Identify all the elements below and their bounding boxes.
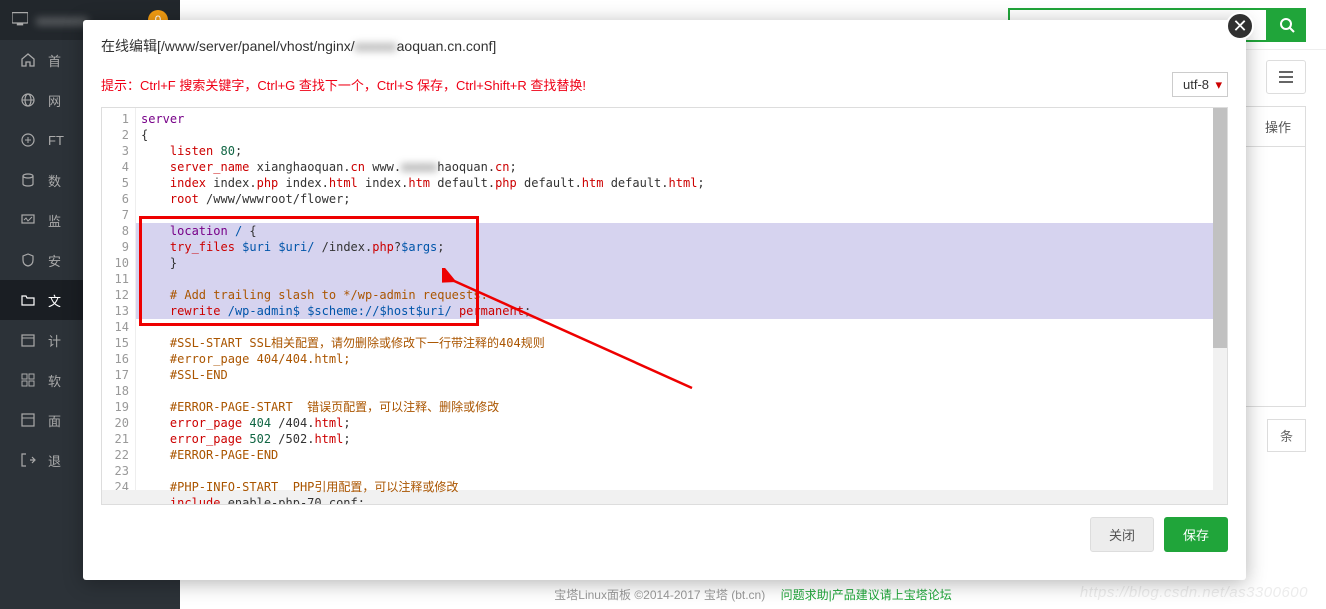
editor-wrapper: 1234567891011121314151617181920212223242… bbox=[101, 107, 1228, 505]
code-line[interactable]: listen 80; bbox=[139, 143, 1227, 159]
sidebar-label: 监 bbox=[48, 211, 61, 230]
close-button[interactable]: 关闭 bbox=[1090, 517, 1154, 552]
home-icon bbox=[20, 52, 38, 68]
copyright-text: 宝塔Linux面板 ©2014-2017 宝塔 (bt.cn) bbox=[554, 588, 765, 602]
sidebar-label: 数 bbox=[48, 171, 61, 190]
code-line[interactable]: server_name xianghaoquan.cn www.xxxxxhao… bbox=[139, 159, 1227, 175]
sidebar-label: 首 bbox=[48, 51, 61, 70]
code-line[interactable] bbox=[139, 319, 1227, 335]
save-button[interactable]: 保存 bbox=[1164, 517, 1228, 552]
sidebar-label: 网 bbox=[48, 91, 61, 110]
sidebar-label: 软 bbox=[48, 371, 61, 390]
hint-text: 提示：Ctrl+F 搜索关键字，Ctrl+G 查找下一个，Ctrl+S 保存，C… bbox=[101, 75, 586, 94]
sidebar-label: 面 bbox=[48, 411, 61, 430]
logo-icon bbox=[12, 12, 28, 29]
sidebar-label: 文 bbox=[48, 291, 61, 310]
watermark: https://blog.csdn.net/as3300600 bbox=[1080, 584, 1308, 601]
calendar-icon bbox=[20, 332, 38, 348]
sidebar-label: 安 bbox=[48, 251, 61, 270]
code-line[interactable] bbox=[139, 207, 1227, 223]
modal-title: 在线编辑[/www/server/panel/vhost/nginx/xxxxx… bbox=[83, 20, 1246, 72]
folder-icon bbox=[20, 292, 38, 308]
hint-bar: 提示：Ctrl+F 搜索关键字，Ctrl+G 查找下一个，Ctrl+S 保存，C… bbox=[83, 72, 1246, 97]
search-button[interactable] bbox=[1268, 8, 1306, 42]
line-gutter: 1234567891011121314151617181920212223242… bbox=[102, 108, 136, 505]
shield-icon bbox=[20, 252, 38, 268]
list-view-button[interactable] bbox=[1266, 60, 1306, 94]
scrollbar-vertical[interactable] bbox=[1213, 108, 1227, 504]
code-line[interactable]: { bbox=[139, 127, 1227, 143]
code-line[interactable]: #ERROR-PAGE-END bbox=[139, 447, 1227, 463]
code-line[interactable]: server bbox=[139, 111, 1227, 127]
page-unit: 条 bbox=[1267, 419, 1306, 452]
editor-modal: ✕ 在线编辑[/www/server/panel/vhost/nginx/xxx… bbox=[83, 20, 1246, 580]
code-line[interactable] bbox=[139, 383, 1227, 399]
encoding-value: utf-8 bbox=[1183, 77, 1209, 92]
code-lines[interactable]: server{ listen 80; server_name xianghaoq… bbox=[136, 108, 1227, 505]
code-line[interactable]: root /www/wwwroot/flower; bbox=[139, 191, 1227, 207]
encoding-select[interactable]: utf-8 bbox=[1172, 72, 1228, 97]
monitor-icon bbox=[20, 212, 38, 228]
code-line[interactable]: #ERROR-PAGE-START 错误页配置，可以注释、删除或修改 bbox=[139, 399, 1227, 415]
close-icon[interactable]: ✕ bbox=[1226, 12, 1254, 40]
code-editor[interactable]: 1234567891011121314151617181920212223242… bbox=[102, 108, 1227, 505]
code-line[interactable]: #SSL-END bbox=[139, 367, 1227, 383]
forum-link[interactable]: 问题求助|产品建议请上宝塔论坛 bbox=[781, 588, 952, 602]
sidebar-label: 退 bbox=[48, 451, 61, 470]
ftp-icon bbox=[20, 132, 38, 148]
scrollbar-thumb[interactable] bbox=[1213, 108, 1227, 348]
code-line[interactable]: #error_page 404/404.html; bbox=[139, 351, 1227, 367]
globe-icon bbox=[20, 92, 38, 108]
code-line[interactable]: #SSL-START SSL相关配置，请勿删除或修改下一行带注释的404规则 bbox=[139, 335, 1227, 351]
title-blur: xxxxxx bbox=[355, 38, 397, 54]
sidebar-label: 计 bbox=[48, 331, 61, 350]
sidebar-label: FT bbox=[48, 133, 64, 148]
soft-icon bbox=[20, 372, 38, 388]
title-suffix: aoquan.cn.conf] bbox=[397, 38, 497, 54]
panel-icon bbox=[20, 412, 38, 428]
title-prefix: 在线编辑[/www/server/panel/vhost/nginx/ bbox=[101, 38, 355, 54]
db-icon bbox=[20, 172, 38, 188]
logout-icon bbox=[20, 452, 38, 468]
col-action: 操作 bbox=[1265, 117, 1291, 136]
code-line[interactable]: error_page 502 /502.html; bbox=[139, 431, 1227, 447]
modal-footer: 关闭 保存 bbox=[83, 517, 1246, 566]
code-line[interactable] bbox=[139, 463, 1227, 479]
code-line[interactable]: error_page 404 /404.html; bbox=[139, 415, 1227, 431]
code-line[interactable]: index index.php index.html index.htm def… bbox=[139, 175, 1227, 191]
